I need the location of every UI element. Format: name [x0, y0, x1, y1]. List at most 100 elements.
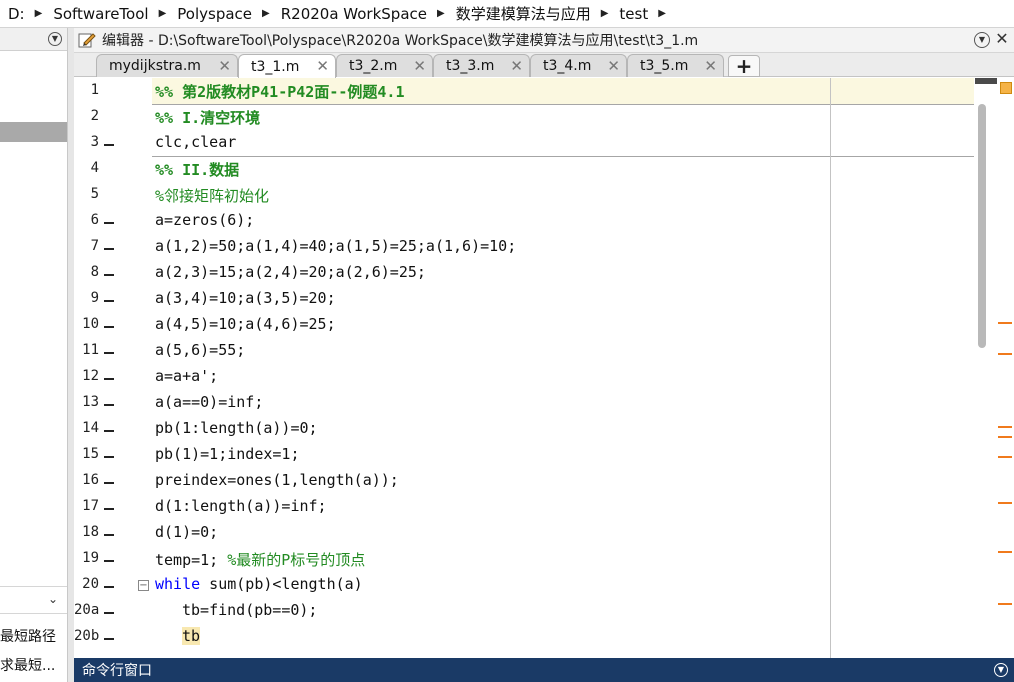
warning-marker[interactable]: [998, 551, 1012, 553]
code-line[interactable]: a(1,2)=50;a(1,4)=40;a(1,5)=25;a(1,6)=10;: [155, 237, 516, 255]
close-tab-icon[interactable]: ✕: [218, 57, 231, 75]
code-line[interactable]: %邻接矩阵初始化: [155, 185, 269, 206]
warning-marker[interactable]: [998, 603, 1012, 605]
warning-marker[interactable]: [998, 436, 1012, 438]
breakpoint-dash[interactable]: [104, 534, 114, 536]
breadcrumb-workspace[interactable]: R2020a WorkSpace: [279, 5, 429, 23]
code-line[interactable]: a(2,3)=15;a(2,4)=20;a(2,6)=25;: [155, 263, 426, 281]
selected-file-row[interactable]: [0, 122, 67, 142]
line-number: 4: [90, 160, 99, 176]
warning-marker[interactable]: [998, 426, 1012, 428]
editor-pencil-icon: [78, 32, 96, 48]
code-line[interactable]: d(1)=0;: [155, 523, 218, 541]
line-number: 19: [82, 550, 99, 566]
code-line[interactable]: pb(1:length(a))=0;: [155, 419, 318, 437]
code-line[interactable]: %% II.数据: [155, 159, 239, 180]
code-line[interactable]: pb(1)=1;index=1;: [155, 445, 300, 463]
breakpoint-dash[interactable]: [104, 560, 114, 562]
warning-marker[interactable]: [998, 353, 1012, 355]
breadcrumb-arrow-icon[interactable]: ▶: [35, 8, 43, 19]
scroll-thumb[interactable]: [978, 104, 986, 348]
code-line[interactable]: a(5,6)=55;: [155, 341, 245, 359]
breadcrumb-polyspace[interactable]: Polyspace: [175, 5, 254, 23]
breakpoint-dash[interactable]: [104, 222, 114, 224]
line-number: 20: [82, 576, 99, 592]
breakpoint-dash[interactable]: [104, 274, 114, 276]
breakpoint-dash[interactable]: [104, 482, 114, 484]
cell-status-indicator[interactable]: [1000, 82, 1012, 94]
code-line[interactable]: tb: [182, 627, 201, 645]
code-line[interactable]: %% I.清空环境: [155, 107, 260, 128]
code-line[interactable]: %% 第2版教材P41-P42面--例题4.1: [155, 81, 405, 102]
tab-t3-3[interactable]: t3_3.m ✕: [433, 54, 530, 77]
close-icon[interactable]: ✕: [994, 31, 1010, 48]
breakpoint-dash[interactable]: [104, 378, 114, 380]
detail-item[interactable]: 最短路径: [0, 626, 67, 646]
code-editor[interactable]: 1 2 3 4 5 6 7 8 9 10 11 12 13 14 15 16 1…: [74, 78, 1014, 658]
code-line[interactable]: a=zeros(6);: [155, 211, 254, 229]
editor-title: 编辑器 - D:\SoftwareTool\Polyspace\R2020a W…: [102, 33, 699, 49]
close-tab-icon[interactable]: ✕: [607, 57, 620, 75]
breakpoint-dash[interactable]: [104, 248, 114, 250]
breakpoint-dash[interactable]: [104, 352, 114, 354]
breakpoint-dash[interactable]: [104, 404, 114, 406]
breadcrumb-softwaretool[interactable]: SoftwareTool: [51, 5, 150, 23]
panel-menu-icon[interactable]: ▼: [48, 32, 62, 46]
code-line[interactable]: a(4,5)=10;a(4,6)=25;: [155, 315, 336, 333]
code-line[interactable]: temp=1; %最新的P标号的顶点: [155, 549, 365, 570]
breadcrumb-arrow-icon[interactable]: ▶: [262, 8, 270, 19]
breadcrumb-arrow-icon[interactable]: ▶: [601, 8, 609, 19]
breadcrumb-arrow-icon[interactable]: ▶: [658, 8, 666, 19]
tab-t3-2[interactable]: t3_2.m ✕: [336, 54, 433, 77]
code-comment: %最新的P标号的顶点: [227, 551, 366, 569]
breadcrumb-folder[interactable]: 数学建模算法与应用: [454, 3, 593, 24]
warning-marker[interactable]: [998, 456, 1012, 458]
code-line[interactable]: d(1:length(a))=inf;: [155, 497, 327, 515]
breadcrumb-arrow-icon[interactable]: ▶: [437, 8, 445, 19]
code-line[interactable]: clc,clear: [155, 133, 236, 151]
breakpoint-dash[interactable]: [104, 300, 114, 302]
code-line[interactable]: while sum(pb)<length(a): [155, 575, 363, 593]
code-line[interactable]: tb=find(pb==0);: [182, 601, 317, 619]
breadcrumb-arrow-icon[interactable]: ▶: [159, 8, 167, 19]
vertical-scrollbar[interactable]: [974, 78, 1014, 658]
line-number: 8: [90, 264, 99, 280]
code-text: sum(pb)<length(a): [200, 575, 363, 593]
editor-menu-icon[interactable]: ▼: [974, 32, 990, 48]
panel-menu-icon[interactable]: ▼: [994, 663, 1008, 677]
breakpoint-dash[interactable]: [104, 326, 114, 328]
breakpoint-dash[interactable]: [104, 508, 114, 510]
breakpoint-dash[interactable]: [104, 586, 114, 588]
close-tab-icon[interactable]: ✕: [316, 57, 329, 75]
command-window-bar[interactable]: 命令行窗口 ▼: [74, 658, 1014, 682]
highlighted-word: tb: [182, 627, 201, 645]
close-tab-icon[interactable]: ✕: [413, 57, 426, 75]
breakpoint-dash[interactable]: [104, 612, 114, 614]
code-line[interactable]: preindex=ones(1,length(a));: [155, 471, 399, 489]
new-tab-button[interactable]: +: [728, 55, 760, 77]
chevron-down-icon[interactable]: ⌄: [48, 592, 58, 606]
code-line[interactable]: a=a+a';: [155, 367, 218, 385]
address-bar[interactable]: D: ▶ SoftwareTool ▶ Polyspace ▶ R2020a W…: [0, 0, 1014, 28]
code-line[interactable]: a(3,4)=10;a(3,5)=20;: [155, 289, 336, 307]
warning-marker[interactable]: [998, 322, 1012, 324]
breadcrumb-test[interactable]: test: [617, 5, 650, 23]
close-tab-icon[interactable]: ✕: [510, 57, 523, 75]
breakpoint-dash[interactable]: [104, 430, 114, 432]
detail-item[interactable]: 求最短...: [0, 655, 67, 675]
code-line[interactable]: a(a==0)=inf;: [155, 393, 263, 411]
tab-t3-4[interactable]: t3_4.m ✕: [530, 54, 627, 77]
breadcrumb-drive[interactable]: D:: [6, 5, 27, 23]
details-divider[interactable]: ⌄: [0, 586, 67, 614]
breakpoint-dash[interactable]: [104, 638, 114, 640]
close-tab-icon[interactable]: ✕: [704, 57, 717, 75]
breakpoint-dash[interactable]: [104, 144, 114, 146]
line-number: 1: [90, 82, 99, 98]
warning-marker[interactable]: [998, 502, 1012, 504]
fold-toggle-icon[interactable]: −: [138, 580, 149, 591]
tab-mydijkstra[interactable]: mydijkstra.m ✕: [96, 54, 238, 77]
tab-t3-1[interactable]: t3_1.m ✕: [238, 54, 336, 78]
breakpoint-dash[interactable]: [104, 456, 114, 458]
tab-t3-5[interactable]: t3_5.m ✕: [627, 54, 724, 77]
file-tabs: mydijkstra.m ✕ t3_1.m ✕ t3_2.m ✕ t3_3.m ✕ t3…: [74, 53, 1014, 78]
